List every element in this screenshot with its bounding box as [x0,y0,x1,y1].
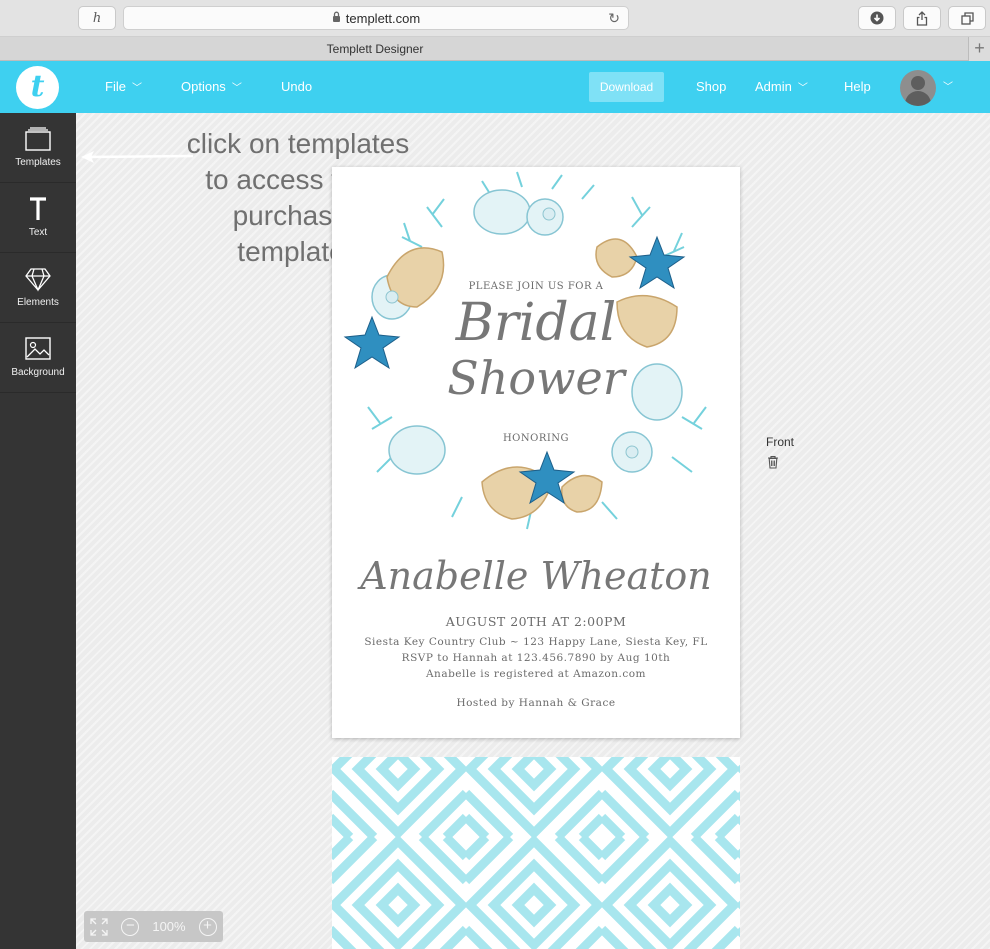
menu-file-label: File [105,79,126,94]
chevron-down-icon: ﹀ [231,83,242,94]
tabs-icon [960,11,974,25]
share-icon [916,10,928,26]
diamond-icon [25,268,51,292]
invite-details-line: Siesta Key Country Club ~ 123 Happy Lane… [364,636,708,648]
menu-admin-label: Admin [755,79,792,94]
avatar-body [905,91,931,106]
lock-icon [332,11,341,25]
invitation-back[interactable] [332,757,740,949]
browser-toolbar: h templett.com ↻ [0,0,990,37]
templates-icon [25,127,51,151]
sidebar-item-label: Templates [15,157,61,168]
page-side-label: Front [766,435,795,449]
menu-options-label: Options [181,79,226,94]
chevron-down-icon[interactable]: ﹀ [943,61,953,115]
zoom-out-button[interactable]: − [121,917,140,936]
invite-intro: PLEASE JOIN US FOR A [468,281,604,292]
menu-admin[interactable]: Admin ﹀ [755,61,808,113]
reload-icon[interactable]: ↻ [608,10,620,27]
invite-details-line: Anabelle is registered at Amazon.com [425,668,647,680]
sidebar-item-label: Background [11,367,65,378]
tabs-button[interactable] [948,6,986,30]
fit-screen-icon[interactable] [90,917,109,936]
menu-options[interactable]: Options ﹀ [181,61,242,113]
url-text: templett.com [345,10,421,26]
sidebar-item-label: Text [28,227,48,238]
sidebar-item-text[interactable]: Text [0,183,76,253]
sidebar-item-elements[interactable]: Elements [0,253,76,323]
sidebar-item-templates[interactable]: Templates [0,113,76,183]
chevron-down-icon: ﹀ [797,83,808,94]
downloads-button[interactable] [858,6,896,30]
undo-button[interactable]: Undo [281,61,312,113]
diamond-pattern-illustration [332,757,740,949]
user-avatar[interactable] [900,70,936,106]
help-link[interactable]: Help [844,61,871,113]
templett-logo[interactable]: t [16,66,59,109]
zoom-level: 100% [152,919,186,934]
tab-bar: Templett Designer + [0,37,990,61]
chevron-down-icon: ﹀ [131,83,142,94]
text-icon [30,197,46,220]
annotation-line: click on templates [186,128,410,159]
share-button[interactable] [903,6,941,30]
invite-date: AUGUST 20TH AT 2:00PM [445,614,627,629]
invitation-front[interactable]: PLEASE JOIN US FOR A Bridal Shower HONOR… [332,167,740,738]
sidebar-item-label: Elements [17,297,59,308]
history-button[interactable]: h [78,6,116,30]
image-icon [25,337,51,360]
address-bar[interactable]: templett.com ↻ [123,6,629,30]
trash-icon[interactable] [767,455,779,469]
zoom-controls: − 100% + [84,911,223,942]
invite-details-line: RSVP to Hannah at 123.456.7890 by Aug 10… [401,652,671,664]
new-tab-button[interactable]: + [968,37,990,61]
avatar-head [911,76,925,90]
zoom-in-button[interactable]: + [198,917,217,936]
invite-honoree-name: Anabelle Wheaton [360,554,712,598]
shop-link[interactable]: Shop [696,61,726,113]
download-icon [870,11,884,25]
download-button[interactable]: Download [589,72,664,102]
tool-sidebar: Templates Text Elements Background [0,113,76,949]
menu-file[interactable]: File ﹀ [105,61,142,113]
app-header: t File ﹀ Options ﹀ Undo Download Shop Admi… [0,61,990,113]
invite-title-line2: Shower [447,351,625,405]
invite-honoring: HONORING [502,433,570,444]
invite-hosted-by: Hosted by Hannah & Grace [456,697,616,709]
invite-title-line1: Bridal [455,293,617,353]
tab-title[interactable]: Templett Designer [0,37,750,61]
invite-details: Siesta Key Country Club ~ 123 Happy Lane… [332,634,740,682]
sidebar-item-background[interactable]: Background [0,323,76,393]
history-icon: h [92,10,102,26]
